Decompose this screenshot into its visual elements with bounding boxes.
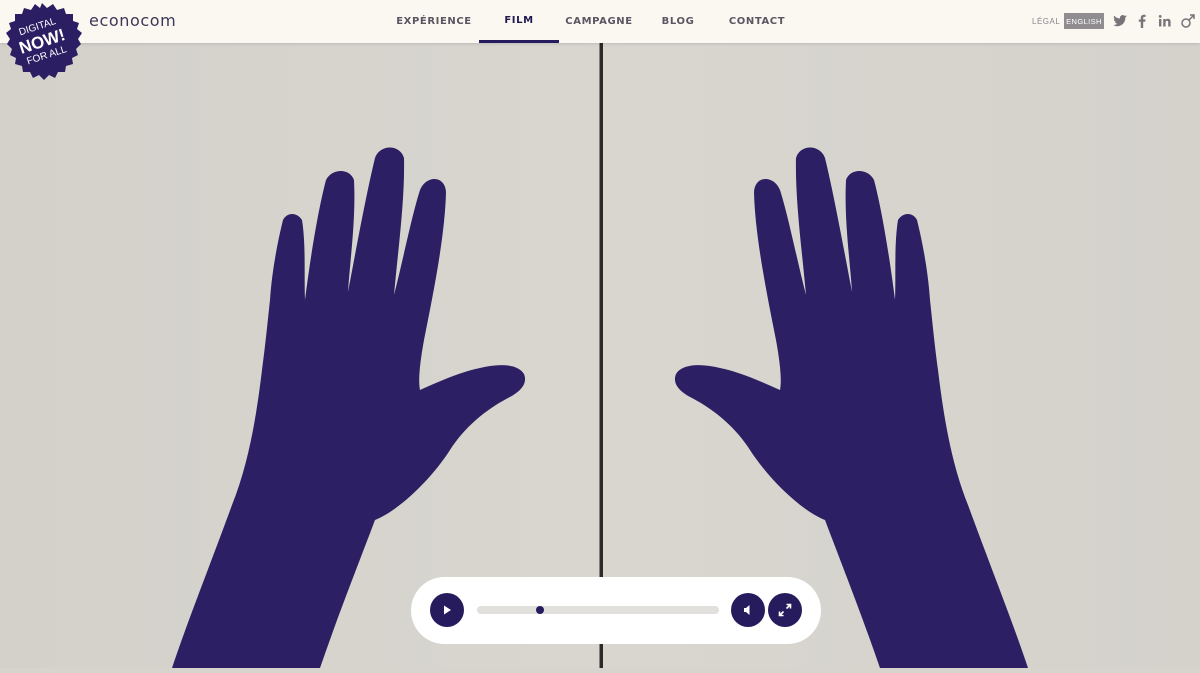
progress-slider[interactable] [477,606,719,614]
fullscreen-icon [778,603,792,617]
speaker-icon [744,605,750,615]
center-divider-line [599,43,603,668]
main-nav: EXPÉRIENCE FILM CAMPAGNE BLOG CONTACT [389,0,797,43]
progress-knob[interactable] [536,606,544,614]
facebook-icon[interactable] [1134,13,1150,29]
nav-item-contact[interactable]: CONTACT [717,0,797,43]
video-player-controls [411,577,821,644]
nav-item-campagne[interactable]: CAMPAGNE [559,0,639,43]
legal-link[interactable]: LÉGAL [1032,17,1060,26]
top-navigation-bar: econocom EXPÉRIENCE FILM CAMPAGNE BLOG C… [0,0,1200,43]
nav-item-blog[interactable]: BLOG [639,0,717,43]
econocom-logo[interactable]: econocom [89,11,176,30]
digital-now-badge[interactable]: DIGITAL NOW! FOR ALL [2,2,82,80]
language-switch-button[interactable]: ENGLISH [1064,13,1104,29]
linkedin-icon[interactable] [1157,13,1173,29]
volume-button[interactable] [731,593,765,627]
play-button[interactable] [430,593,464,627]
gender-icon[interactable] [1180,13,1196,29]
video-stage[interactable] [0,43,1200,668]
video-frame-illustration [0,43,1200,668]
nav-item-experience[interactable]: EXPÉRIENCE [389,0,479,43]
nav-item-film[interactable]: FILM [479,0,559,43]
fullscreen-button[interactable] [768,593,802,627]
play-icon [444,605,451,615]
twitter-icon[interactable] [1112,13,1128,29]
